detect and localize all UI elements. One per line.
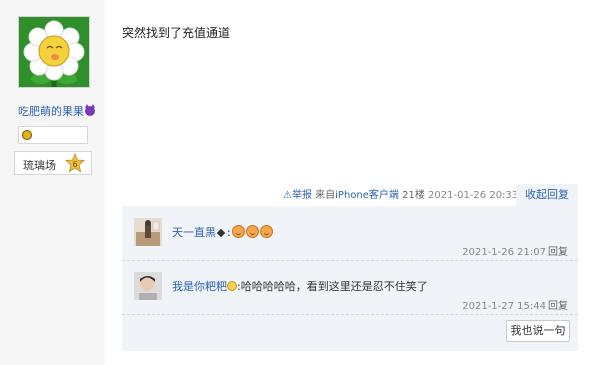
badge-label: 琉璃场 bbox=[23, 159, 56, 172]
reply-button[interactable]: 回复 bbox=[548, 301, 568, 312]
reply-time: 2021-1-27 15:44 bbox=[462, 301, 546, 312]
post-meta: ⚠举报 来自iPhone客户端 21楼 2021-01-26 20:33 bbox=[283, 186, 518, 201]
reply-section: 天一直黑: 2021-1-26 21:07 回复 我是你粑粑:哈哈哈哈哈，看到这里… bbox=[122, 206, 578, 351]
reply-time: 2021-1-26 21:07 bbox=[462, 247, 546, 258]
level-box bbox=[18, 126, 88, 144]
level-icon bbox=[22, 130, 32, 140]
author-avatar[interactable] bbox=[18, 16, 90, 88]
author-name-text[interactable]: 吃肥萌的果果 bbox=[18, 105, 84, 118]
reply-button[interactable]: 回复 bbox=[548, 247, 568, 258]
author-sidebar: 吃肥萌的果果 琉璃场 6 bbox=[0, 0, 105, 365]
emoji-face-icon bbox=[231, 225, 245, 238]
diamond-icon bbox=[216, 228, 226, 237]
source-label: 来自 bbox=[315, 190, 336, 201]
warning-icon: ⚠ bbox=[283, 190, 292, 201]
reply-meta: 2021-1-26 21:07 回复 bbox=[462, 243, 568, 258]
collapse-replies-button[interactable]: 收起回复 bbox=[516, 184, 578, 206]
reply-username[interactable]: 我是你粑粑 bbox=[172, 280, 227, 293]
reply-item: 天一直黑: 2021-1-26 21:07 回复 bbox=[122, 208, 578, 261]
reply-line: 天一直黑: bbox=[172, 224, 273, 240]
author-name[interactable]: 吃肥萌的果果 bbox=[18, 103, 95, 119]
reply-item: 我是你粑粑 :哈哈哈哈哈，看到这里还是忍不住笑了 2021-1-27 15:44 回… bbox=[122, 262, 578, 315]
reply-meta: 2021-1-27 15:44 回复 bbox=[462, 297, 568, 312]
report-link[interactable]: 举报 bbox=[292, 190, 312, 201]
badge-box[interactable]: 琉璃场 6 bbox=[14, 151, 92, 175]
device-link[interactable]: iPhone客户端 bbox=[335, 190, 399, 201]
star-badge-icon: 6 bbox=[65, 153, 85, 173]
post-time: 2021-01-26 20:33 bbox=[428, 190, 519, 201]
emoji-face-icon bbox=[245, 225, 259, 238]
floor-number: 21楼 bbox=[402, 190, 425, 201]
devil-icon bbox=[85, 104, 95, 116]
room-photo-icon bbox=[134, 218, 162, 246]
reply-avatar[interactable] bbox=[134, 218, 162, 246]
flower-avatar-icon bbox=[19, 17, 89, 87]
reply-username[interactable]: 天一直黑 bbox=[172, 226, 216, 239]
person-photo-icon bbox=[134, 272, 162, 300]
post-content: 突然找到了充值通道 bbox=[122, 26, 231, 40]
badge-level: 6 bbox=[72, 160, 77, 169]
smile-icon bbox=[227, 281, 237, 291]
emoji-face-icon bbox=[259, 225, 273, 238]
reply-avatar[interactable] bbox=[134, 272, 162, 300]
reply-line: 我是你粑粑 :哈哈哈哈哈，看到这里还是忍不住笑了 bbox=[172, 278, 428, 294]
add-comment-button[interactable]: 我也说一句 bbox=[506, 320, 570, 342]
reply-text: :哈哈哈哈哈，看到这里还是忍不住笑了 bbox=[237, 280, 428, 293]
